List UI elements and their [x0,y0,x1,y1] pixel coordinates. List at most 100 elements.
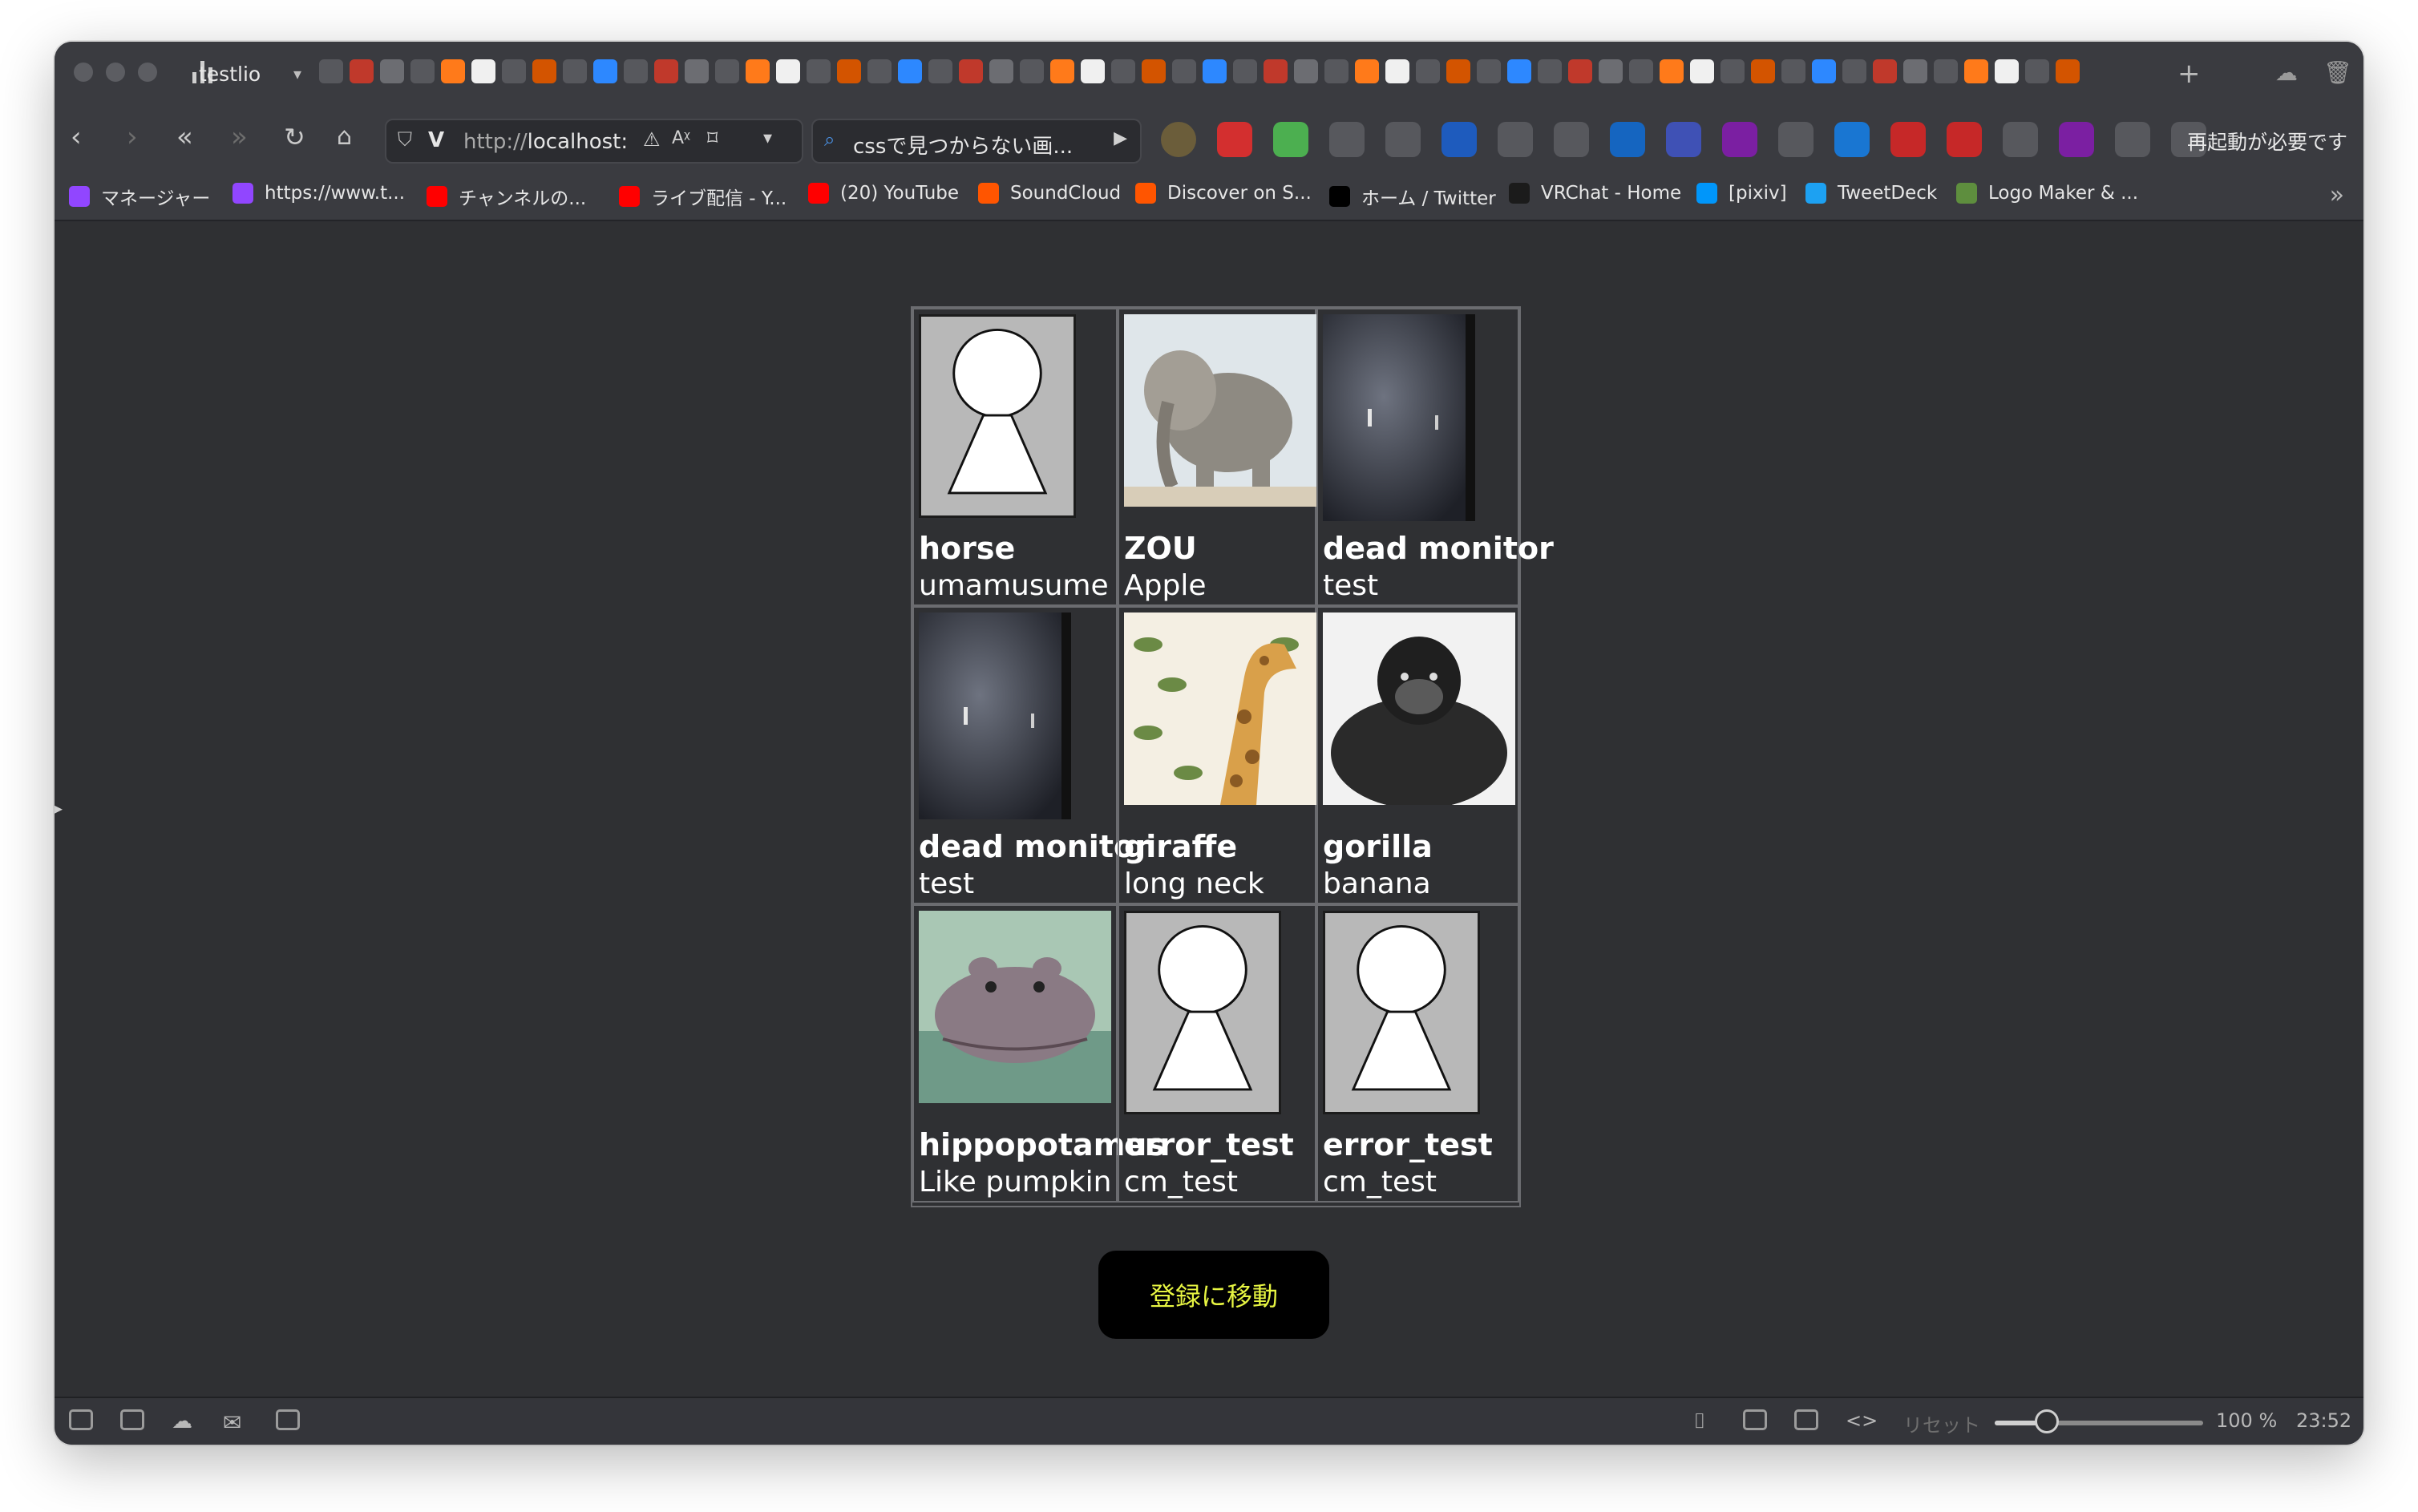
zoom-window-button[interactable] [138,63,157,82]
pinned-tab[interactable] [1964,59,1988,83]
extension-icon[interactable] [2059,122,2094,157]
pinned-tab[interactable] [1568,59,1592,83]
pinned-tab[interactable] [1385,59,1409,83]
pinned-tab[interactable] [1690,59,1714,83]
pinned-tab[interactable] [1781,59,1805,83]
pinned-tab[interactable] [837,59,861,83]
pinned-tab[interactable] [1416,59,1440,83]
window-icon[interactable] [1743,1409,1767,1430]
pinned-tab[interactable] [624,59,648,83]
extension-icon[interactable] [1161,122,1196,157]
tab-tiling-icon[interactable] [120,1409,144,1430]
zoom-slider-handle[interactable] [2035,1409,2059,1433]
bookmark-item[interactable]: TweetDeck [1805,183,1937,204]
cloud-icon[interactable]: ☁ [2275,59,2298,86]
address-bar[interactable]: ⛉ V http://localhost: ⚠ Aᵡ ⌑ ▾ [385,119,803,164]
pinned-tab[interactable] [471,59,495,83]
pinned-tab[interactable] [410,59,435,83]
bookmark-item[interactable]: Logo Maker & ... [1956,183,2138,204]
calendar-icon[interactable] [276,1409,300,1430]
bookmark-item[interactable]: SoundCloud [978,183,1121,204]
pinned-tab[interactable] [593,59,617,83]
pinned-tab[interactable] [1751,59,1775,83]
pinned-tab[interactable] [1842,59,1866,83]
pinned-tab[interactable] [1355,59,1379,83]
pinned-tab[interactable] [350,59,374,83]
register-button[interactable]: 登録に移動 [1098,1251,1329,1339]
fast-forward-button[interactable]: » [231,123,248,151]
extension-icon[interactable] [1778,122,1814,157]
back-button[interactable]: ‹ [71,123,82,151]
pinned-tab[interactable] [746,59,770,83]
minimize-window-button[interactable] [106,63,125,82]
pinned-tab[interactable] [1720,59,1745,83]
bookmark-item[interactable]: Discover on S... [1135,183,1312,204]
pinned-tab[interactable] [1050,59,1074,83]
extension-icon[interactable] [1273,122,1308,157]
warning-icon[interactable]: ⚠ [643,128,661,151]
bookmarks-overflow-icon[interactable]: » [2330,181,2344,209]
zoom-slider[interactable] [1995,1409,2203,1433]
restart-required-button[interactable]: 再起動が必要です [2187,127,2347,156]
extension-icon[interactable] [1610,122,1645,157]
extension-icon[interactable] [1834,122,1870,157]
pinned-tab[interactable] [563,59,587,83]
camera-icon[interactable]: ⌷ [1693,1409,1706,1434]
url-text[interactable]: http://localhost: [463,130,628,154]
extension-icon[interactable] [1385,122,1421,157]
pinned-tab[interactable] [959,59,983,83]
extension-icon[interactable] [2003,122,2038,157]
extension-icon[interactable] [1722,122,1757,157]
pinned-tab[interactable] [1477,59,1501,83]
pinned-tab[interactable] [1081,59,1105,83]
pinned-tab[interactable] [1264,59,1288,83]
sync-icon[interactable]: ☁ [172,1409,192,1433]
bookmark-item[interactable]: [pixiv] [1696,183,1787,204]
url-dropdown-icon[interactable]: ▾ [763,128,772,148]
pinned-tab[interactable] [1507,59,1531,83]
pinned-tab[interactable] [1538,59,1562,83]
bookmark-item[interactable]: ライブ配信 - Y... [619,183,786,210]
pinned-tab[interactable] [807,59,831,83]
search-go-icon[interactable]: ▶ [1114,128,1127,148]
bookmark-item[interactable]: チャンネルの... [427,183,586,210]
zoom-reset-button[interactable]: リセット [1903,1409,1980,1437]
pinned-tab[interactable] [1294,59,1318,83]
extension-icon[interactable] [1947,122,1982,157]
extension-icon[interactable] [1890,122,1926,157]
pinned-tab[interactable] [2025,59,2049,83]
extension-icon[interactable] [1554,122,1589,157]
pinned-tab[interactable] [1873,59,1897,83]
pinned-tab[interactable] [1995,59,2019,83]
panel-toggle-icon[interactable]: ▸ [55,798,63,818]
pinned-tab[interactable] [867,59,892,83]
close-window-button[interactable] [74,63,93,82]
pinned-tab[interactable] [1111,59,1135,83]
pinned-tab[interactable] [1020,59,1044,83]
bookmark-icon[interactable]: ⌑ [707,127,718,151]
mail-icon[interactable]: ✉ [223,1409,241,1436]
pinned-tab[interactable] [319,59,343,83]
rewind-button[interactable]: « [176,123,193,151]
pinned-tab[interactable] [1142,59,1166,83]
new-tab-button[interactable]: + [2177,58,2201,90]
code-icon[interactable]: <> [1846,1409,1878,1432]
forward-button[interactable]: › [127,123,138,151]
pinned-tab[interactable] [1203,59,1227,83]
tab-dropdown-icon[interactable]: ▾ [293,64,301,83]
pinned-tab[interactable] [2056,59,2080,83]
pinned-tab[interactable] [1446,59,1470,83]
extension-icon[interactable] [1498,122,1533,157]
pinned-tab[interactable] [441,59,465,83]
panel-icon[interactable] [69,1409,93,1430]
pinned-tab[interactable] [898,59,922,83]
pinned-tab[interactable] [928,59,952,83]
translate-icon[interactable]: Aᵡ [672,128,690,148]
bookmark-item[interactable]: https://www.t... [232,183,405,204]
bookmark-item[interactable]: ホーム / Twitter [1329,183,1496,210]
pinned-tab[interactable] [989,59,1013,83]
pinned-tab[interactable] [1629,59,1653,83]
pinned-tab[interactable] [502,59,526,83]
pinned-tab[interactable] [1903,59,1927,83]
pinned-tab[interactable] [1172,59,1196,83]
